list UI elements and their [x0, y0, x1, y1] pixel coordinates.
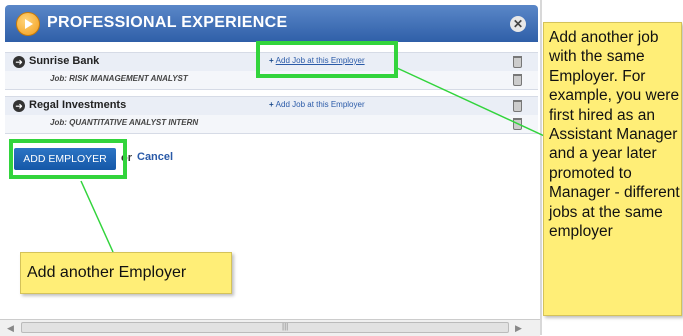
callout-right-text: Add another job with the same Employer. … [549, 29, 680, 241]
callout-add-job: Add another job with the same Employer. … [543, 22, 682, 316]
connector-left [80, 180, 114, 253]
callout-left-text: Add another Employer [27, 264, 187, 281]
connector-right [396, 67, 554, 141]
callout-add-employer: Add another Employer [20, 252, 232, 294]
